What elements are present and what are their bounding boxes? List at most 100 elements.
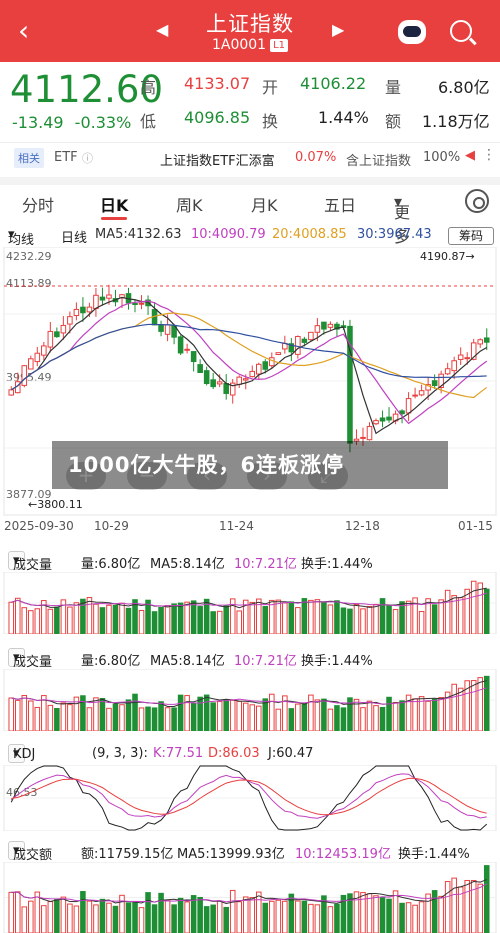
volume-bar <box>262 698 269 731</box>
related-etf-bar[interactable]: 相关 ETF ⓘ 上证指数ETF汇添富 0.07% 含上证指数 100% ◀ ⋮ <box>0 146 500 170</box>
amount-select[interactable]: 成交额 ▾ <box>8 841 52 863</box>
next-stock-icon[interactable]: ▶ <box>332 20 344 39</box>
chip-button[interactable]: 筹码 <box>448 227 494 245</box>
volume-bar <box>249 601 256 634</box>
kdj-chart[interactable] <box>0 765 500 831</box>
kdj-select[interactable]: KDJ ▾ <box>8 744 35 763</box>
volume-bar <box>119 602 125 634</box>
volume-bar <box>418 901 425 933</box>
volume-bar <box>223 699 229 731</box>
volume-bar <box>308 903 314 933</box>
volume-bar <box>14 891 21 933</box>
volume-bar <box>431 604 438 634</box>
candle-body <box>223 383 229 394</box>
candle-body <box>236 376 243 385</box>
kdj-line <box>11 777 487 816</box>
volume-bar <box>184 695 190 731</box>
volume-bar <box>451 877 457 933</box>
amount-panel-header: 成交额 ▾ 额:11759.15亿 MA5:13999.93亿 10:12453… <box>0 841 500 863</box>
low-label: 低 <box>140 112 157 131</box>
volume-select[interactable]: 成交量 ▾ <box>8 551 52 573</box>
volume-bar <box>451 683 457 731</box>
volume-bar <box>86 900 93 933</box>
tab-weekly-k[interactable]: 周K <box>176 192 203 216</box>
candle-body <box>60 324 67 334</box>
tab-daily-k[interactable]: 日K <box>100 192 128 216</box>
tab-intraday[interactable]: 分时 <box>22 192 54 216</box>
open-label: 开 <box>262 78 279 97</box>
candle-body <box>444 368 451 375</box>
search-icon[interactable] <box>450 20 472 42</box>
tab-more[interactable]: 更多 ▾ <box>394 192 410 246</box>
volume-bar <box>203 906 210 933</box>
volume-bar <box>138 907 145 933</box>
volume-bar <box>67 903 73 933</box>
settings-icon[interactable] <box>465 189 489 213</box>
volume-bar <box>282 900 288 933</box>
quote-panel: 4112.60 -13.49 -0.33% 高 4133.07 开 4106.2… <box>0 62 500 142</box>
volume-bar <box>190 895 197 933</box>
volume-bar <box>54 707 60 731</box>
candle-body <box>373 420 379 425</box>
high-value: 4133.07 <box>184 74 251 93</box>
volume-bar <box>229 699 236 731</box>
ma-line <box>10 323 487 391</box>
ma30-value: 30:3967.43 <box>357 227 432 242</box>
volume-bar <box>464 588 470 634</box>
assistant-robot-icon[interactable] <box>398 20 426 44</box>
date-label: 2025-09-30 <box>4 519 74 533</box>
volume-bar <box>392 701 399 731</box>
news-banner[interactable]: 1000亿大牛股，6连板涨停 <box>52 441 448 489</box>
volume-bar <box>379 897 386 933</box>
volume-bar <box>177 694 184 731</box>
date-label: 01-15 <box>458 519 493 533</box>
volume-bar <box>41 695 47 731</box>
candle-body <box>86 306 93 313</box>
volume-bar <box>184 601 190 634</box>
kdj-k: K:77.51 <box>153 746 204 761</box>
volume-bar <box>366 605 373 634</box>
volume-bar <box>334 903 340 933</box>
candle-body <box>255 363 262 375</box>
volume-bar <box>21 607 28 634</box>
volume-chart-2[interactable] <box>0 669 500 731</box>
volume-chart[interactable] <box>0 572 500 634</box>
candle-body <box>321 321 327 330</box>
expand-icon[interactable]: ◀ <box>465 148 475 163</box>
period-label: 日线 <box>61 231 88 246</box>
volume-bar <box>86 707 93 731</box>
candle-body <box>164 324 171 335</box>
tab-monthly-k[interactable]: 月K <box>251 192 278 216</box>
volume-ma10: 10:7.21亿 <box>234 557 297 572</box>
info-icon[interactable]: ⓘ <box>82 150 93 166</box>
volume-bar <box>210 702 216 731</box>
amount-chart[interactable] <box>0 862 500 933</box>
volume-bar <box>301 598 308 634</box>
kdj-d: D:86.03 <box>208 746 260 761</box>
volume-bar <box>177 897 184 933</box>
ma-legend: 均线 ▾ 日线 MA5:4132.63 10:4090.79 20:4008.8… <box>0 225 500 248</box>
volume-bar <box>216 700 223 731</box>
volume-bar <box>275 708 282 731</box>
candle-body <box>327 323 334 328</box>
volume-bar <box>438 599 444 634</box>
volume-bar <box>269 900 275 933</box>
volume-bar <box>483 865 490 933</box>
tab-five-day[interactable]: 五日 <box>324 192 356 216</box>
divider <box>0 142 500 143</box>
volume-bar <box>21 695 28 731</box>
volume-bar <box>164 707 171 731</box>
volume-bar <box>327 906 334 933</box>
date-axis: 2025-09-30 10-29 11-24 12-18 01-15 <box>0 519 500 535</box>
volume-bar <box>470 680 477 731</box>
volume-bar <box>164 900 171 933</box>
volume-bar <box>216 610 223 634</box>
more-icon[interactable]: ⋮ <box>482 147 496 163</box>
candle-body <box>314 325 321 333</box>
ma-type-select[interactable]: 均线 ▾ <box>8 227 34 248</box>
candle-body <box>197 364 203 373</box>
volume-bar <box>8 891 15 933</box>
candle-body <box>54 331 60 338</box>
volume-select[interactable]: 成交量 ▾ <box>8 648 52 670</box>
candle-body <box>379 417 386 422</box>
